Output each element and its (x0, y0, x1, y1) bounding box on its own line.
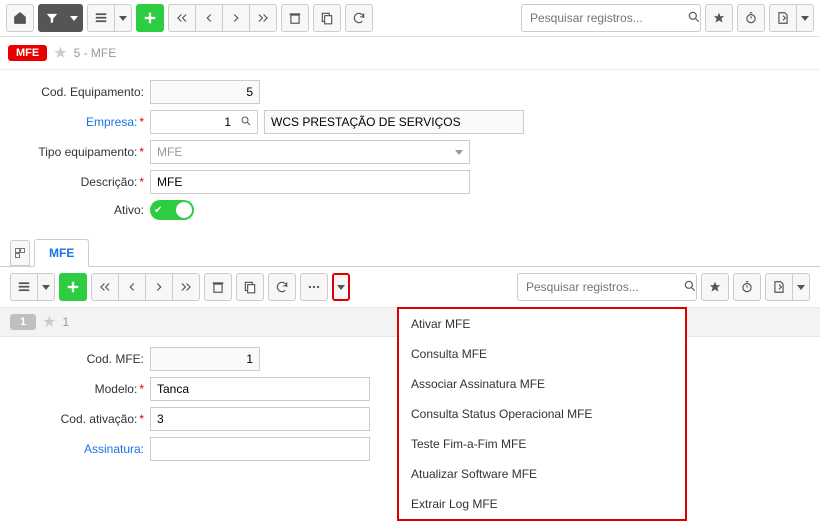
input-assinatura[interactable] (150, 437, 370, 461)
tab-mfe[interactable]: MFE (34, 239, 89, 267)
main-form: Cod. Equipamento: Empresa:* Tipo equipam… (0, 70, 820, 230)
sub-last-button[interactable] (172, 273, 200, 301)
label-ativo: Ativo: (10, 203, 150, 217)
label-tipo-equipamento: Tipo equipamento:* (10, 145, 150, 159)
input-modelo[interactable] (150, 377, 370, 401)
actions-dropdown: Ativar MFE Consulta MFE Associar Assinat… (397, 307, 687, 521)
first-button[interactable] (168, 4, 196, 32)
prev-button[interactable] (195, 4, 223, 32)
search-icon[interactable] (683, 279, 697, 296)
last-button[interactable] (249, 4, 277, 32)
input-cod-ativacao[interactable] (150, 407, 370, 431)
top-search-box[interactable] (521, 4, 701, 32)
label-cod-mfe: Cod. MFE: (10, 352, 150, 366)
search-icon[interactable] (687, 10, 701, 27)
sub-export-caret-button[interactable] (792, 273, 810, 301)
dropdown-item-teste-fim-a-fim-mfe[interactable]: Teste Fim-a-Fim MFE (399, 429, 685, 459)
header-title: 5 - MFE (74, 46, 117, 60)
timer-button[interactable] (737, 4, 765, 32)
label-cod-equipamento: Cod. Equipamento: (10, 85, 150, 99)
dropdown-item-ativar-mfe[interactable]: Ativar MFE (399, 309, 685, 339)
sub-export-button[interactable] (765, 273, 793, 301)
dropdown-item-associar-assinatura-mfe[interactable]: Associar Assinatura MFE (399, 369, 685, 399)
sub-search-input[interactable] (524, 279, 683, 295)
dropdown-item-extrair-log-mfe[interactable]: Extrair Log MFE (399, 489, 685, 519)
sub-more-button[interactable] (300, 273, 328, 301)
dropdown-item-consulta-status-operacional-mfe[interactable]: Consulta Status Operacional MFE (399, 399, 685, 429)
star-icon[interactable]: ★ (53, 43, 67, 63)
top-search-input[interactable] (528, 10, 687, 26)
sub-actions-caret-button[interactable] (332, 273, 350, 301)
sub-refresh-button[interactable] (268, 273, 296, 301)
chevron-down-icon (455, 150, 463, 155)
lookup-empresa[interactable] (150, 110, 258, 134)
input-empresa-nome (264, 110, 524, 134)
next-button[interactable] (222, 4, 250, 32)
home-button[interactable] (6, 4, 34, 32)
delete-button[interactable] (281, 4, 309, 32)
export-caret-button[interactable] (796, 4, 814, 32)
dropdown-item-consulta-mfe[interactable]: Consulta MFE (399, 339, 685, 369)
export-button[interactable] (769, 4, 797, 32)
filter-caret-button[interactable] (65, 4, 83, 32)
tab-strip: MFE (0, 230, 820, 267)
dropdown-item-atualizar-software-mfe[interactable]: Atualizar Software MFE (399, 459, 685, 489)
input-cod-equipamento[interactable] (150, 80, 260, 104)
favorite-button[interactable] (705, 4, 733, 32)
add-button[interactable] (136, 4, 164, 32)
sub-header-badge: 1 (10, 314, 36, 330)
sub-copy-button[interactable] (236, 273, 264, 301)
header-row: MFE ★ 5 - MFE (0, 37, 820, 70)
label-cod-ativacao: Cod. ativação:* (10, 412, 150, 426)
check-icon: ✔ (154, 205, 162, 216)
sub-favorite-button[interactable] (701, 273, 729, 301)
refresh-button[interactable] (345, 4, 373, 32)
copy-button[interactable] (313, 4, 341, 32)
label-modelo: Modelo:* (10, 382, 150, 396)
star-icon[interactable]: ★ (42, 312, 56, 332)
sub-prev-button[interactable] (118, 273, 146, 301)
sub-header-title: 1 (62, 315, 69, 329)
sub-first-button[interactable] (91, 273, 119, 301)
sub-timer-button[interactable] (733, 273, 761, 301)
header-badge: MFE (8, 45, 47, 61)
sub-add-button[interactable] (59, 273, 87, 301)
search-icon[interactable] (235, 115, 257, 130)
list-caret-button[interactable] (114, 4, 132, 32)
sub-search-box[interactable] (517, 273, 697, 301)
tab-expand-button[interactable] (10, 240, 30, 266)
label-descricao: Descrição:* (10, 175, 150, 189)
sub-next-button[interactable] (145, 273, 173, 301)
sub-list-caret-button[interactable] (37, 273, 55, 301)
list-button[interactable] (87, 4, 115, 32)
top-toolbar (0, 0, 820, 37)
select-tipo-equipamento[interactable]: MFE (150, 140, 470, 164)
sub-toolbar: Ativar MFE Consulta MFE Associar Assinat… (0, 267, 820, 308)
toggle-ativo[interactable]: ✔ (150, 200, 194, 220)
sub-delete-button[interactable] (204, 273, 232, 301)
filter-button[interactable] (38, 4, 66, 32)
input-empresa-id[interactable] (151, 111, 235, 133)
sub-list-button[interactable] (10, 273, 38, 301)
label-assinatura[interactable]: Assinatura: (10, 442, 150, 456)
input-descricao[interactable] (150, 170, 470, 194)
input-cod-mfe[interactable] (150, 347, 260, 371)
label-empresa[interactable]: Empresa:* (10, 115, 150, 129)
